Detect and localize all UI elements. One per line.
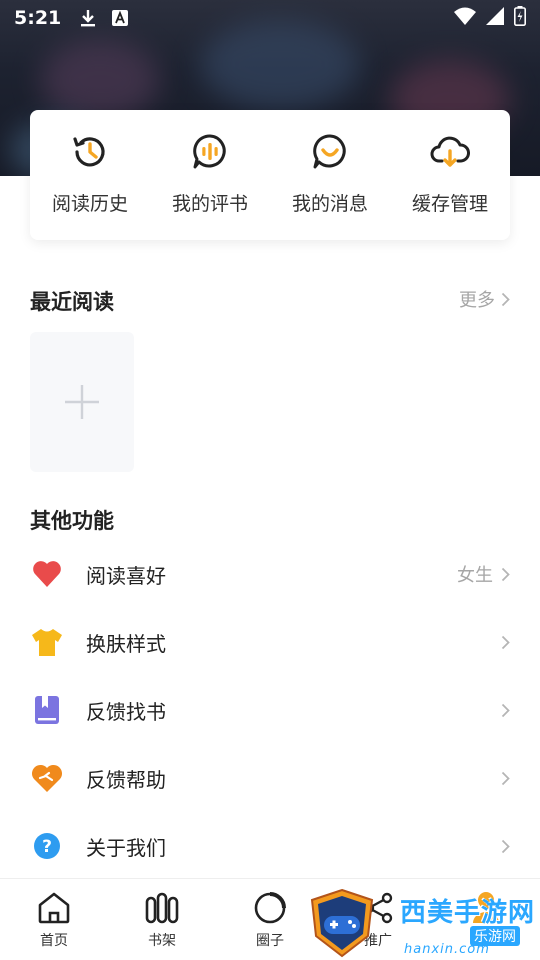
message-icon	[310, 132, 350, 172]
chevron-right-icon	[501, 567, 510, 581]
menu-item-about-us[interactable]: ? 关于我们	[0, 812, 540, 880]
menu-item-label: 阅读喜好	[86, 563, 166, 588]
quick-item-reading-history[interactable]: 阅读历史	[30, 110, 150, 240]
chevron-right-icon	[501, 703, 510, 717]
history-icon	[70, 132, 110, 172]
circle-icon	[253, 891, 287, 925]
nav-label: 圈子	[256, 933, 284, 949]
menu-item-skin-style[interactable]: 换肤样式	[0, 608, 540, 676]
other-functions-list: 阅读喜好 女生 换肤样式 反馈找书 反馈帮助 ? 关于我们	[0, 540, 540, 880]
plus-icon	[65, 385, 99, 419]
other-functions-title: 其他功能	[30, 509, 114, 533]
more-label: 更多	[459, 290, 495, 311]
quick-item-label: 缓存管理	[411, 193, 488, 215]
menu-item-label: 换肤样式	[86, 631, 166, 656]
cloud-download-icon	[430, 132, 470, 172]
bookshelf-icon	[145, 891, 179, 925]
gamepad-shield-logo	[310, 888, 374, 958]
status-bar: 5:21	[0, 0, 540, 36]
nav-bookshelf[interactable]: 书架	[108, 879, 216, 960]
menu-item-value: 女生	[457, 565, 493, 586]
add-book-button[interactable]	[30, 332, 134, 472]
nav-home[interactable]: 首页	[0, 879, 108, 960]
menu-item-feedback-help[interactable]: 反馈帮助	[0, 744, 540, 812]
quick-menu-card: 阅读历史 我的评书 我的消息 缓存管理	[30, 110, 510, 240]
font-app-icon	[111, 9, 129, 27]
more-link[interactable]: 更多	[459, 286, 510, 312]
quick-item-label: 我的消息	[291, 193, 368, 215]
quick-item-label: 阅读历史	[51, 193, 128, 215]
menu-item-reading-preference[interactable]: 阅读喜好 女生	[0, 540, 540, 608]
quick-item-my-messages[interactable]: 我的消息	[270, 110, 390, 240]
recent-reading-title: 最近阅读	[30, 290, 114, 314]
question-icon: ?	[30, 829, 64, 863]
quick-item-label: 我的评书	[171, 193, 248, 215]
chevron-right-icon	[501, 839, 510, 853]
watermark-url: hanxin.com	[404, 942, 490, 957]
book-icon	[30, 693, 64, 727]
menu-item-feedback-find-book[interactable]: 反馈找书	[0, 676, 540, 744]
nav-label: 书架	[148, 933, 176, 949]
site-watermark: 西美手游网 乐游网 hanxin.com	[300, 888, 540, 960]
signal-icon	[486, 7, 504, 29]
bg-blur	[40, 40, 160, 120]
heart-icon	[30, 557, 64, 591]
quick-item-my-comments[interactable]: 我的评书	[150, 110, 270, 240]
home-icon	[37, 891, 71, 925]
menu-item-label: 关于我们	[86, 835, 166, 860]
chevron-right-icon	[501, 292, 510, 306]
chevron-right-icon	[501, 771, 510, 785]
comment-book-icon	[190, 132, 230, 172]
status-time: 5:21	[14, 7, 62, 29]
download-icon	[79, 8, 97, 28]
heart-hand-icon	[30, 761, 64, 795]
wifi-icon	[454, 7, 476, 29]
watermark-title: 西美手游网	[400, 898, 536, 928]
nav-label: 首页	[40, 933, 68, 949]
chevron-right-icon	[501, 635, 510, 649]
quick-item-cache-manage[interactable]: 缓存管理	[390, 110, 510, 240]
menu-item-label: 反馈找书	[86, 699, 166, 724]
battery-icon	[514, 6, 526, 30]
svg-text:?: ?	[42, 837, 52, 857]
menu-item-label: 反馈帮助	[86, 767, 166, 792]
tshirt-icon	[30, 625, 64, 659]
